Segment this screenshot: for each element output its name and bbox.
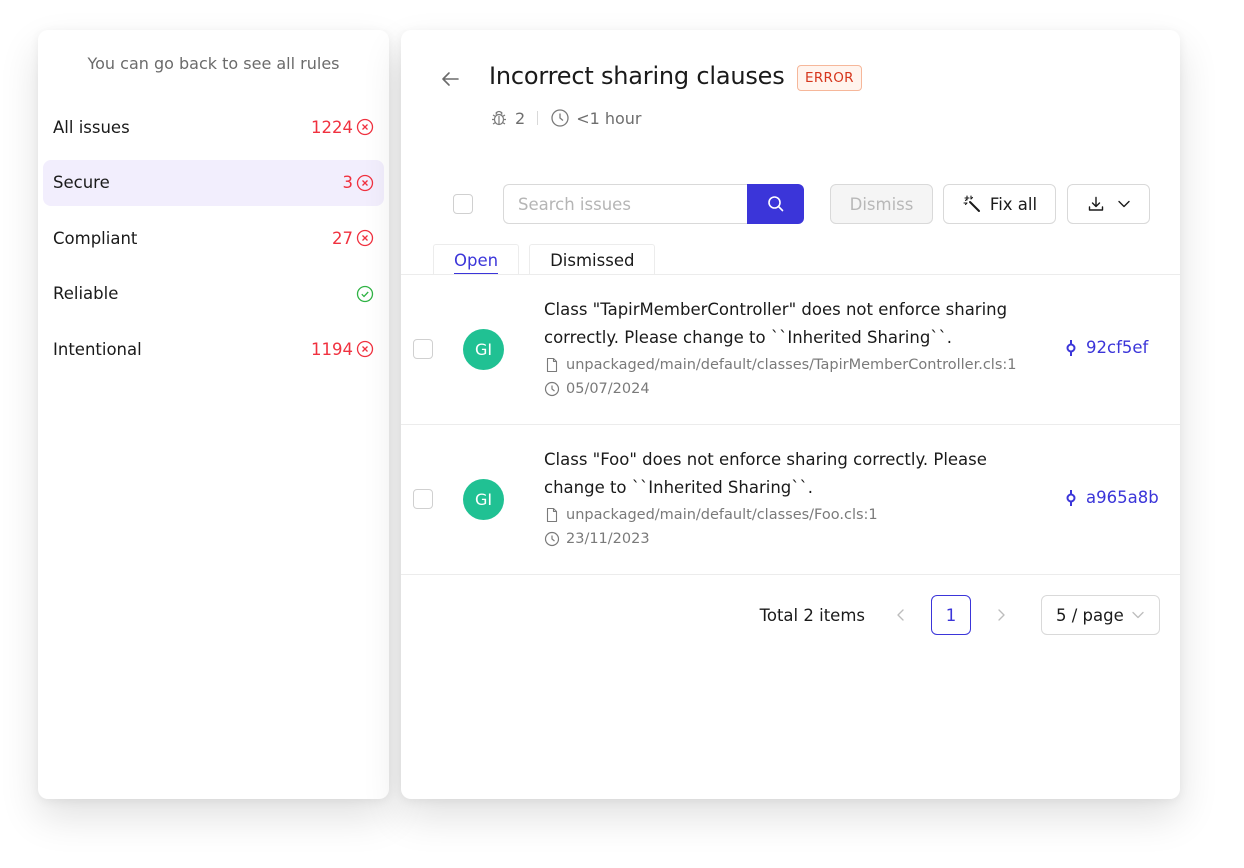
clock-icon <box>551 109 569 127</box>
prev-page-button[interactable] <box>887 601 915 629</box>
issue-date: 05/07/2024 <box>544 381 650 397</box>
dismiss-button[interactable]: Dismiss <box>830 184 933 224</box>
avatar: GI <box>463 479 504 520</box>
total-items: Total 2 items <box>759 605 865 625</box>
sidebar-item-compliant[interactable]: Compliant 27 <box>43 215 384 261</box>
back-arrow-icon[interactable] <box>439 68 461 90</box>
pagination: Total 2 items 1 5 / page <box>760 595 1160 635</box>
clock-icon <box>544 531 560 547</box>
issue-message: Class "Foo" does not enforce sharing cor… <box>544 450 987 497</box>
rule-meta: 2 <1 hour <box>489 108 642 128</box>
sidebar-item-all-issues[interactable]: All issues 1224 <box>43 104 384 150</box>
check-circle-icon <box>356 285 374 302</box>
sidebar-item-label: Reliable <box>53 284 119 303</box>
sidebar-item-intentional[interactable]: Intentional 1194 <box>43 326 384 372</box>
date-text: 23/11/2023 <box>566 531 650 547</box>
search-box <box>503 184 804 224</box>
sidebar-item-label: Intentional <box>53 339 142 359</box>
commit-link[interactable]: a965a8b <box>1065 488 1159 507</box>
commit-hash: a965a8b <box>1086 488 1159 507</box>
search-button[interactable] <box>747 184 804 224</box>
chevron-down-icon <box>1117 200 1130 208</box>
file-icon <box>546 507 558 523</box>
error-circle-icon <box>356 340 374 358</box>
sidebar-item-label: Compliant <box>53 228 138 248</box>
page-title: Incorrect sharing clauses <box>489 62 785 90</box>
fix-all-button[interactable]: Fix all <box>943 184 1056 224</box>
error-circle-icon <box>356 118 374 136</box>
issue-date: 23/11/2023 <box>544 531 650 547</box>
issue-row: GI Class "Foo" does not enforce sharing … <box>401 425 1180 575</box>
download-icon <box>1088 196 1103 211</box>
issue-count: 27 <box>332 228 353 248</box>
issue-count: 3 <box>342 173 354 192</box>
select-all-checkbox[interactable] <box>453 194 473 214</box>
chevron-down-icon <box>1132 611 1144 619</box>
magic-wand-icon <box>963 195 980 212</box>
sidebar-item-status: 3 <box>343 173 375 192</box>
rule-list: All issues 1224 Secure 3 Compliant 27 Re… <box>43 104 384 382</box>
file-path[interactable]: unpackaged/main/default/classes/TapirMem… <box>566 357 1017 373</box>
error-circle-icon <box>356 174 374 191</box>
commit-hash: 92cf5ef <box>1086 338 1149 357</box>
page-size-select[interactable]: 5 / page <box>1041 595 1160 635</box>
page-1-button[interactable]: 1 <box>931 595 971 635</box>
file-icon <box>546 357 558 373</box>
date-text: 05/07/2024 <box>566 381 650 397</box>
toolbar: Dismiss Fix all <box>401 184 1180 224</box>
sidebar-item-reliable[interactable]: Reliable <box>43 271 384 317</box>
issue-tabs: Open Dismissed <box>433 244 656 275</box>
fix-all-label: Fix all <box>989 194 1038 214</box>
tab-open[interactable]: Open <box>433 244 520 275</box>
issue-count: 2 <box>515 108 526 128</box>
tab-dismissed[interactable]: Dismissed <box>529 244 656 275</box>
sidebar-item-label: Secure <box>53 173 110 192</box>
issue-count: 1194 <box>311 339 353 359</box>
rules-sidebar: You can go back to see all rules All iss… <box>38 30 389 799</box>
sidebar-item-status: 1194 <box>311 340 374 359</box>
chevron-left-icon <box>897 609 904 621</box>
commit-icon <box>1066 339 1076 356</box>
issue-row: GI Class "TapirMemberController" does no… <box>401 275 1180 425</box>
sidebar-item-status: 27 <box>332 229 374 248</box>
file-path[interactable]: unpackaged/main/default/classes/Foo.cls:… <box>566 507 878 523</box>
sidebar-item-status <box>356 285 374 303</box>
sidebar-item-secure[interactable]: Secure 3 <box>43 159 384 206</box>
meta-divider <box>537 111 539 125</box>
chevron-right-icon <box>998 609 1005 621</box>
search-input[interactable] <box>503 184 747 224</box>
issue-file: unpackaged/main/default/classes/TapirMem… <box>544 357 1017 373</box>
duration: <1 hour <box>576 108 642 128</box>
severity-badge: ERROR <box>797 65 862 91</box>
issue-count: 1224 <box>311 117 353 137</box>
next-page-button[interactable] <box>987 601 1015 629</box>
clock-icon <box>544 381 560 397</box>
issue-checkbox[interactable] <box>413 489 433 509</box>
search-icon <box>767 196 783 212</box>
export-dropdown-button[interactable] <box>1067 184 1150 224</box>
issue-checkbox[interactable] <box>413 339 433 359</box>
commit-icon <box>1066 489 1076 506</box>
sidebar-item-label: All issues <box>53 117 130 137</box>
page-size-value: 5 / page <box>1056 605 1124 625</box>
issue-message: Class "TapirMemberController" does not e… <box>544 300 1008 347</box>
commit-link[interactable]: 92cf5ef <box>1065 338 1148 357</box>
bug-icon <box>492 110 506 126</box>
error-circle-icon <box>356 229 374 247</box>
avatar: GI <box>463 329 504 370</box>
sidebar-item-status: 1224 <box>311 118 374 137</box>
rule-detail-panel: Incorrect sharing clauses ERROR 2 <1 hou… <box>401 30 1180 799</box>
sidebar-hint: You can go back to see all rules <box>87 54 340 73</box>
issue-file: unpackaged/main/default/classes/Foo.cls:… <box>544 507 878 523</box>
